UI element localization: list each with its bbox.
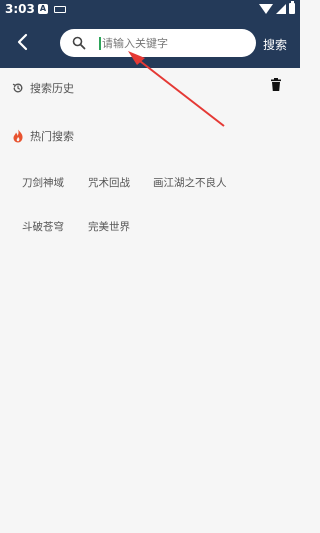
status-time: 3:03	[5, 2, 35, 16]
hot-tag[interactable]: 完美世界	[88, 219, 130, 234]
hot-tag[interactable]: 咒术回战	[88, 175, 130, 190]
chevron-left-icon	[17, 33, 28, 51]
history-icon	[12, 83, 23, 93]
hot-tag[interactable]: 斗破苍穹	[22, 219, 64, 234]
text-cursor	[99, 37, 101, 50]
hot-search-header: 热门搜索	[12, 128, 74, 144]
search-icon	[72, 36, 86, 50]
clear-history-button[interactable]	[270, 78, 282, 92]
status-right-icons	[259, 1, 295, 14]
signal-icon	[276, 3, 286, 14]
hot-search-title: 热门搜索	[30, 130, 74, 143]
back-button[interactable]	[12, 31, 34, 53]
keyboard-icon	[54, 6, 66, 13]
search-box[interactable]	[60, 29, 256, 57]
trash-icon	[271, 78, 281, 91]
search-history-header: 搜索历史	[12, 80, 74, 96]
app-header: 3:03 A 搜索	[0, 0, 300, 68]
search-button[interactable]: 搜索	[263, 36, 287, 53]
status-bar: 3:03 A	[0, 0, 300, 20]
hot-tag[interactable]: 刀剑神域	[22, 175, 64, 190]
notification-a-icon: A	[38, 4, 48, 14]
search-input[interactable]	[102, 33, 247, 53]
hot-tag[interactable]: 画江湖之不良人	[153, 175, 227, 190]
battery-icon	[289, 1, 295, 14]
search-history-title: 搜索历史	[30, 82, 74, 95]
flame-icon	[13, 129, 23, 143]
wifi-icon	[259, 3, 273, 14]
